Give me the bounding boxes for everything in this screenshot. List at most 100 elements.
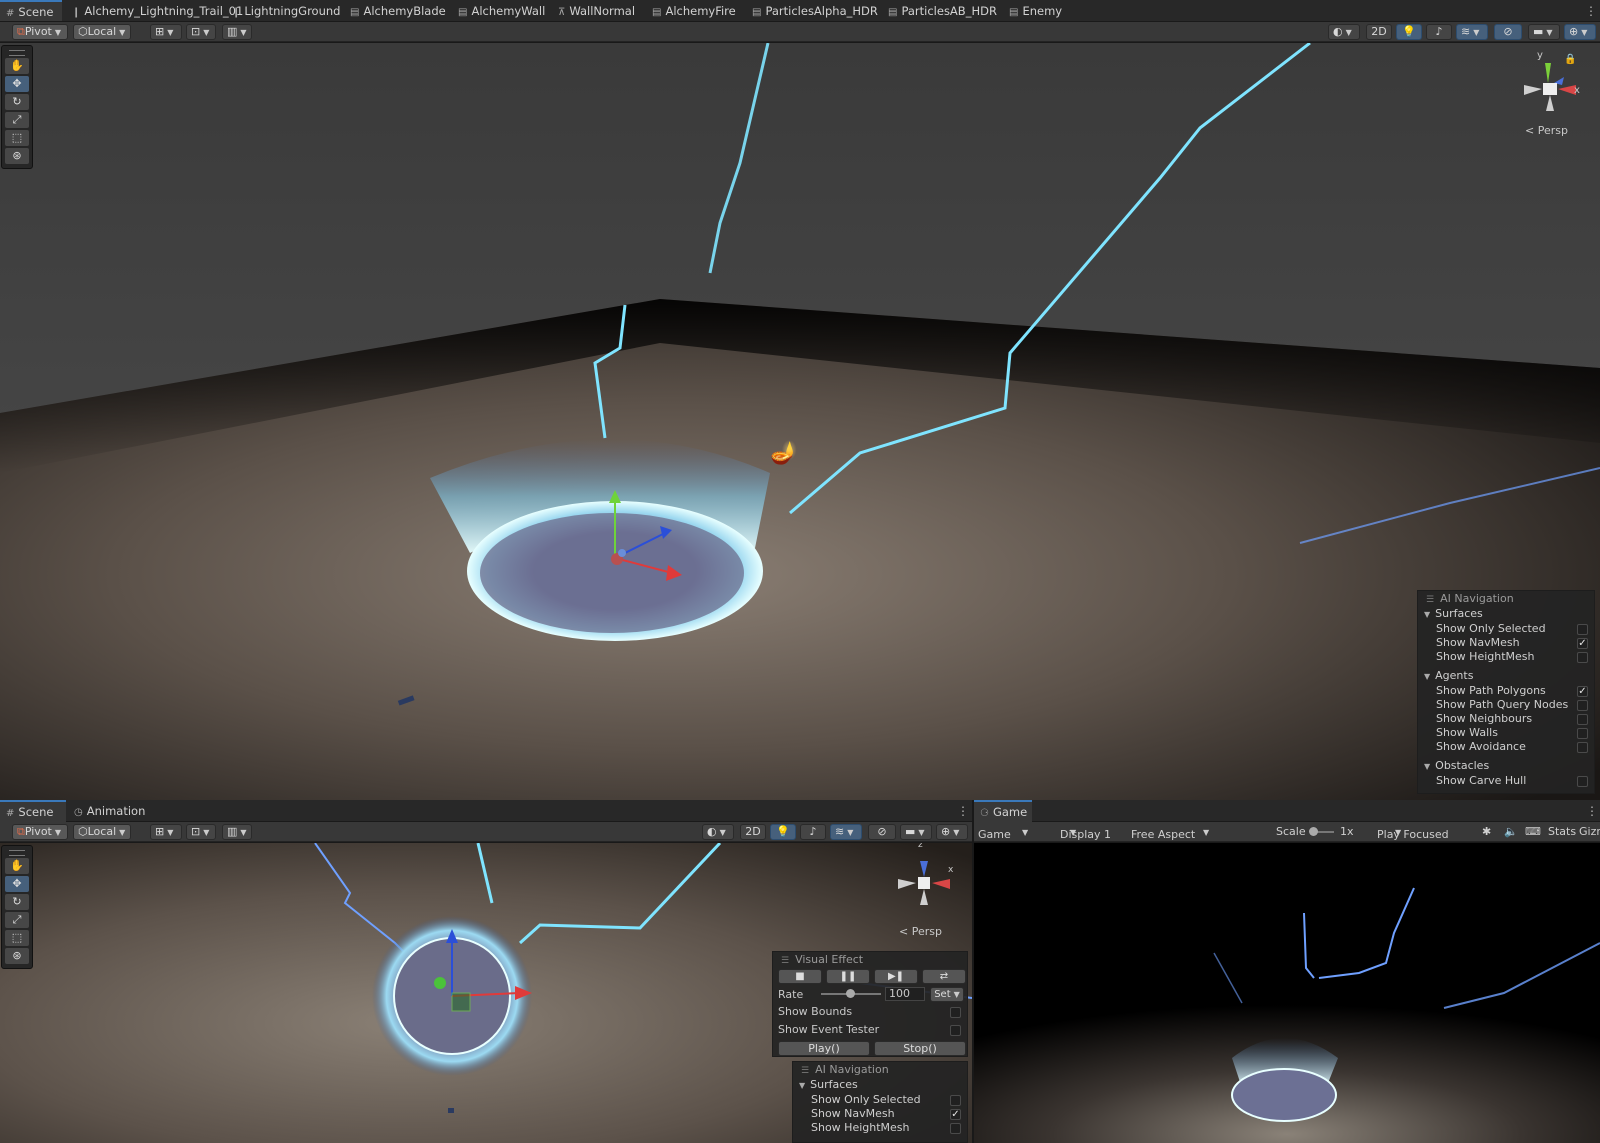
show-bounds-checkbox[interactable]	[950, 1007, 961, 1018]
show-only-selected-checkbox[interactable]	[950, 1095, 961, 1106]
step-icon[interactable]: ▶❚	[874, 969, 918, 984]
scale-tool-icon[interactable]: ⤢	[5, 112, 29, 128]
tab-scene-bottom[interactable]: # Scene	[0, 800, 66, 822]
rect-tool-icon[interactable]: ⬚	[5, 930, 29, 946]
hand-tool-icon[interactable]: ✋	[5, 858, 29, 874]
lighting-toggle-icon[interactable]: 💡	[770, 824, 796, 840]
camera-settings-icon[interactable]: ▬ ▼	[1528, 24, 1560, 40]
palette-grip[interactable]	[9, 850, 25, 856]
scene-visibility-icon[interactable]: ⊘	[868, 824, 896, 840]
pivot-dropdown[interactable]: ⧉Pivot ▼	[12, 24, 68, 40]
grid-snap-icon[interactable]: ⊞ ▼	[150, 24, 182, 40]
tab-alchemy-fire[interactable]: ▤ AlchemyFire	[652, 0, 736, 21]
tab-particles-alpha-hdr[interactable]: ▤ ParticlesAlpha_HDR	[752, 0, 878, 21]
ruler-icon[interactable]: ▥ ▼	[222, 24, 252, 40]
set-dropdown[interactable]: Set ▼	[930, 987, 964, 1002]
tab-lightning-ground[interactable]: ❙ LightningGround	[232, 0, 340, 21]
rate-input[interactable]: 100	[885, 987, 925, 1001]
lock-icon[interactable]: 🔒	[1564, 54, 1576, 65]
tab-game[interactable]: ⚆ Game	[974, 800, 1032, 822]
surfaces-section[interactable]: ▼ Surfaces	[1418, 606, 1594, 622]
show-path-polygons-checkbox[interactable]: ✓	[1577, 686, 1588, 697]
more-options-icon[interactable]: ⋮	[957, 800, 969, 822]
show-heightmesh-checkbox[interactable]	[950, 1123, 961, 1134]
persp-label[interactable]: < Persp	[1525, 124, 1568, 137]
ai-navigation-title[interactable]: ☰ AI Navigation	[1418, 591, 1594, 606]
mute-audio-icon[interactable]: 🔈	[1504, 825, 1518, 838]
stop-icon[interactable]: ■	[778, 969, 822, 984]
rotate-tool-icon[interactable]: ↻	[5, 894, 29, 910]
tab-alchemy-blade[interactable]: ▤ AlchemyBlade	[350, 0, 446, 21]
hand-tool-icon[interactable]: ✋	[5, 58, 29, 74]
local-dropdown[interactable]: ⬡Local ▼	[73, 24, 131, 40]
visual-effect-title[interactable]: ☰ Visual Effect	[773, 952, 967, 967]
tab-enemy[interactable]: ▤ Enemy	[1009, 0, 1062, 21]
tab-wall-normal[interactable]: ⊼ WallNormal	[558, 0, 635, 21]
grid-snap-icon[interactable]: ⊞ ▼	[150, 824, 182, 840]
show-navmesh-checkbox[interactable]: ✓	[1577, 638, 1588, 649]
bug-icon[interactable]: ✱	[1482, 825, 1491, 838]
effects-toggle-icon[interactable]: ≋ ▼	[1456, 24, 1488, 40]
scene-viewport[interactable]: 🪔 ✋ ✥ ↻ ⤢ ⬚ ⊛ y x 🔒 < Persp ☰ AI Navigati…	[0, 43, 1600, 800]
local-dropdown[interactable]: ⬡Local ▼	[73, 824, 131, 840]
rotate-tool-icon[interactable]: ↻	[5, 94, 29, 110]
2d-toggle-button[interactable]: 2D	[1366, 24, 1392, 40]
increment-snap-icon[interactable]: ⊡ ▼	[186, 24, 216, 40]
transform-tool-icon[interactable]: ⊛	[5, 948, 29, 964]
transform-tool-icon[interactable]: ⊛	[5, 148, 29, 164]
more-options-icon[interactable]: ⋮	[1585, 0, 1597, 21]
scale-tool-icon[interactable]: ⤢	[5, 912, 29, 928]
show-only-selected-checkbox[interactable]	[1577, 624, 1588, 635]
show-carve-hull-checkbox[interactable]	[1577, 776, 1588, 787]
game-viewport[interactable]	[974, 843, 1600, 1143]
gizmos-icon[interactable]: ⊕ ▼	[936, 824, 968, 840]
tab-scene[interactable]: # Scene	[0, 0, 62, 21]
show-event-tester-checkbox[interactable]	[950, 1025, 961, 1036]
gizmos-icon[interactable]: ⊕ ▼	[1564, 24, 1596, 40]
rate-slider-handle[interactable]	[846, 989, 855, 998]
stats-button[interactable]: Stats	[1548, 825, 1576, 838]
scene-viewport-bottom[interactable]: ✋ ✥ ↻ ⤢ ⬚ ⊛ z x < Persp ☰ Visual Effect ■…	[0, 843, 972, 1143]
ai-navigation-title[interactable]: ☰ AI Navigation	[793, 1062, 967, 1077]
move-tool-icon[interactable]: ✥	[5, 876, 29, 892]
increment-snap-icon[interactable]: ⊡ ▼	[186, 824, 216, 840]
stop-button[interactable]: Stop()	[874, 1041, 966, 1056]
effects-toggle-icon[interactable]: ≋ ▼	[830, 824, 862, 840]
ruler-icon[interactable]: ▥ ▼	[222, 824, 252, 840]
more-options-icon[interactable]: ⋮	[1586, 800, 1598, 822]
scale-slider-handle[interactable]	[1309, 827, 1318, 836]
palette-grip[interactable]	[9, 50, 25, 56]
obstacles-section[interactable]: ▼ Obstacles	[1418, 758, 1594, 774]
restart-icon[interactable]: ⇄	[922, 969, 966, 984]
move-tool-icon[interactable]: ✥	[5, 76, 29, 92]
scene-visibility-icon[interactable]: ⊘	[1494, 24, 1522, 40]
show-path-query-nodes-checkbox[interactable]	[1577, 700, 1588, 711]
pivot-dropdown[interactable]: ⧉Pivot ▼	[12, 824, 68, 840]
persp-label[interactable]: < Persp	[899, 925, 942, 938]
surfaces-section[interactable]: ▼ Surfaces	[793, 1077, 967, 1093]
keyboard-icon[interactable]: ⌨	[1525, 825, 1541, 838]
light-probe-icon[interactable]: 🪔	[770, 441, 797, 466]
play-button[interactable]: Play()	[778, 1041, 870, 1056]
drag-handle-icon: ☰	[1426, 595, 1435, 605]
rect-tool-icon[interactable]: ⬚	[5, 130, 29, 146]
agents-section[interactable]: ▼ Agents	[1418, 668, 1594, 684]
lighting-toggle-icon[interactable]: 💡	[1396, 24, 1422, 40]
tab-alchemy-wall[interactable]: ▤ AlchemyWall	[458, 0, 545, 21]
show-walls-checkbox[interactable]	[1577, 728, 1588, 739]
gizmos-button[interactable]: Gizmos	[1579, 825, 1600, 838]
shading-mode-icon[interactable]: ◐ ▼	[1328, 24, 1360, 40]
camera-settings-icon[interactable]: ▬ ▼	[900, 824, 932, 840]
show-avoidance-checkbox[interactable]	[1577, 742, 1588, 753]
tab-alchemy-lightning-trail[interactable]: ❙ Alchemy_Lightning_Trail_01	[72, 0, 243, 21]
show-navmesh-checkbox[interactable]: ✓	[950, 1109, 961, 1120]
show-heightmesh-checkbox[interactable]	[1577, 652, 1588, 663]
tab-animation[interactable]: ◷ Animation	[74, 800, 145, 822]
shading-mode-icon[interactable]: ◐ ▼	[702, 824, 734, 840]
show-neighbours-checkbox[interactable]	[1577, 714, 1588, 725]
2d-toggle-button[interactable]: 2D	[740, 824, 766, 840]
tab-particles-ab-hdr[interactable]: ▤ ParticlesAB_HDR	[888, 0, 997, 21]
audio-toggle-icon[interactable]: ♪	[1426, 24, 1452, 40]
audio-toggle-icon[interactable]: ♪	[800, 824, 826, 840]
pause-icon[interactable]: ❚❚	[826, 969, 870, 984]
